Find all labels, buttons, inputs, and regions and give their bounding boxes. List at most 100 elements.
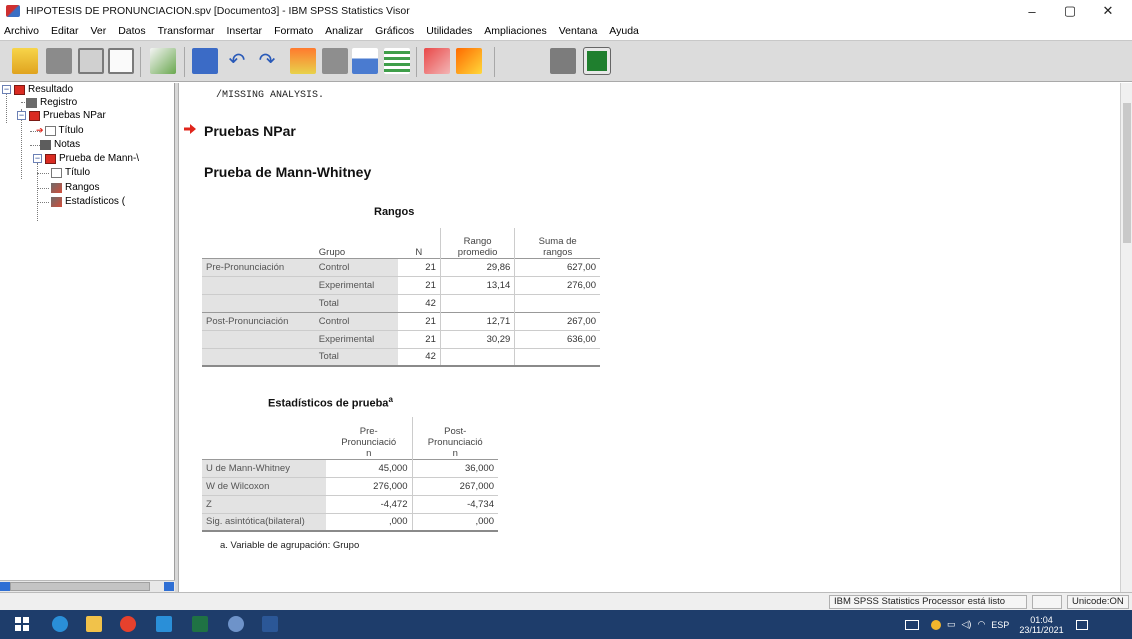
maximize-button[interactable]: ▢ (1050, 0, 1090, 22)
windows-start-icon[interactable] (14, 616, 30, 632)
word-icon[interactable] (262, 616, 278, 632)
tree-item-registro[interactable]: Registro (26, 97, 77, 108)
output-icon[interactable] (424, 48, 450, 74)
toolbar-separator (494, 47, 495, 77)
recall-dialog-icon[interactable] (192, 48, 218, 74)
pivot-table-icon (51, 182, 62, 193)
collapse-toggle[interactable]: − (17, 111, 26, 120)
network-icon[interactable]: ◠ (977, 619, 985, 630)
redo-icon[interactable]: ↷ (254, 48, 280, 74)
processor-status: IBM SPSS Statistics Processor está listo (829, 595, 1027, 609)
designated-window-icon[interactable] (456, 48, 482, 74)
show-all-icon[interactable] (550, 48, 576, 74)
menu-editar[interactable]: Editar (51, 25, 78, 37)
tree-item-resultado[interactable]: Resultado (14, 84, 73, 95)
excel-icon[interactable] (192, 616, 208, 632)
menu-bar: Archivo Editar Ver Datos Transformar Ins… (0, 22, 1132, 40)
corner-cell (202, 417, 326, 459)
variables-icon[interactable] (384, 48, 410, 74)
menu-ampliaciones[interactable]: Ampliaciones (484, 25, 546, 37)
undo-icon[interactable]: ↶ (224, 48, 250, 74)
export-icon[interactable] (150, 48, 176, 74)
menu-graficos[interactable]: Gráficos (375, 25, 414, 37)
cell-pre: 276,000 (373, 480, 408, 492)
row-label: W de Wilcoxon (202, 477, 326, 495)
toolbar-separator (416, 47, 417, 77)
print-icon[interactable] (78, 48, 104, 74)
tree-item-mann-whitney[interactable]: Prueba de Mann-\ (45, 153, 139, 164)
battery-icon[interactable]: ▭ (947, 619, 956, 630)
tree-horizontal-scrollbar[interactable] (0, 580, 175, 592)
cell-pre: ,000 (389, 516, 408, 528)
minimize-button[interactable]: – (1012, 0, 1052, 22)
row-var (202, 294, 315, 312)
menu-ventana[interactable]: Ventana (559, 25, 598, 37)
tree-item-rangos[interactable]: Rangos (51, 182, 99, 193)
menu-transformar[interactable]: Transformar (158, 25, 215, 37)
scroll-left-button[interactable] (0, 582, 10, 591)
language-indicator[interactable]: ESP (991, 620, 1009, 630)
tree-item-estadisticos[interactable]: Estadísticos ( (51, 196, 125, 207)
heading-pruebas-npar[interactable]: Pruebas NPar (204, 123, 296, 139)
scroll-right-button[interactable] (164, 582, 174, 591)
clock[interactable]: 01:04 23/11/2021 (1019, 615, 1063, 635)
menu-analizar[interactable]: Analizar (325, 25, 363, 37)
tree-item-titulo[interactable]: ➔ Título (36, 125, 84, 136)
open-folder-icon[interactable] (12, 48, 38, 74)
cell-pre: -4,472 (380, 498, 408, 510)
spss-taskbar-icon[interactable] (228, 616, 244, 632)
print-preview-icon[interactable] (108, 48, 134, 74)
menu-ver[interactable]: Ver (90, 25, 106, 37)
pane-splitter[interactable] (175, 83, 179, 592)
table-row: Sig. asintótica(bilateral) ,000 ,000 (202, 513, 498, 531)
menu-formato[interactable]: Formato (274, 25, 313, 37)
scroll-thumb[interactable] (1123, 103, 1131, 243)
collapse-toggle[interactable]: − (2, 85, 11, 94)
header-line: Pronunciació (427, 436, 483, 448)
header-post: Post- Pronunciació n (411, 417, 498, 459)
status-bar: IBM SPSS Statistics Processor está listo… (0, 592, 1132, 610)
goto-case-icon[interactable] (322, 48, 348, 74)
tree-line (37, 188, 49, 189)
menu-utilidades[interactable]: Utilidades (426, 25, 472, 37)
pivot-table-icon (51, 196, 62, 207)
tree-item-titulo-2[interactable]: Título (51, 167, 90, 178)
cell-n: 21 (425, 315, 436, 327)
row-grupo: Experimental (314, 276, 398, 294)
close-button[interactable]: ✕ (1088, 0, 1128, 22)
output-book-icon (14, 84, 25, 95)
menu-datos[interactable]: Datos (118, 25, 145, 37)
chrome-icon[interactable] (120, 616, 136, 632)
heading-mann-whitney[interactable]: Prueba de Mann-Whitney (204, 164, 371, 180)
table-row: Total 42 (202, 348, 600, 366)
menu-archivo[interactable]: Archivo (4, 25, 39, 37)
estadisticos-table[interactable]: Pre- Pronunciació n Post- Pronunciació n U d… (202, 417, 498, 532)
cell-n: 21 (425, 261, 436, 273)
store-icon[interactable] (156, 616, 172, 632)
notifications-icon[interactable] (1075, 619, 1088, 630)
table-row: W de Wilcoxon 276,000 267,000 (202, 477, 498, 495)
current-item-arrow-icon: ➔ (36, 125, 44, 135)
cell-post: ,000 (411, 513, 498, 531)
menu-ayuda[interactable]: Ayuda (609, 25, 639, 37)
collapse-toggle[interactable]: − (33, 154, 42, 163)
tree-item-notas[interactable]: Notas (40, 139, 80, 150)
scroll-thumb[interactable] (10, 582, 150, 591)
row-label: U de Mann-Whitney (202, 459, 326, 477)
syntax-log: /MISSING ANALYSIS. (216, 90, 325, 101)
tree-item-pruebas-npar[interactable]: Pruebas NPar (29, 110, 106, 121)
goto-data-icon[interactable] (290, 48, 316, 74)
goto-variable-icon[interactable] (352, 48, 378, 74)
save-icon[interactable] (46, 48, 72, 74)
output-pane: /MISSING ANALYSIS. Pruebas NPar Prueba d… (180, 83, 1120, 592)
file-explorer-icon[interactable] (86, 616, 102, 632)
insert-output-icon[interactable] (583, 47, 611, 75)
rangos-table[interactable]: Grupo N Rango promedio Suma de rangos Pre-… (202, 228, 600, 367)
output-vertical-scrollbar[interactable] (1120, 83, 1132, 592)
app-tray-icon[interactable] (931, 619, 941, 630)
edge-browser-icon[interactable] (52, 616, 68, 632)
clock-time: 01:04 (1030, 614, 1053, 625)
volume-icon[interactable]: ◁) (962, 619, 972, 630)
menu-insertar[interactable]: Insertar (226, 25, 262, 37)
keyboard-icon[interactable] (905, 619, 919, 630)
